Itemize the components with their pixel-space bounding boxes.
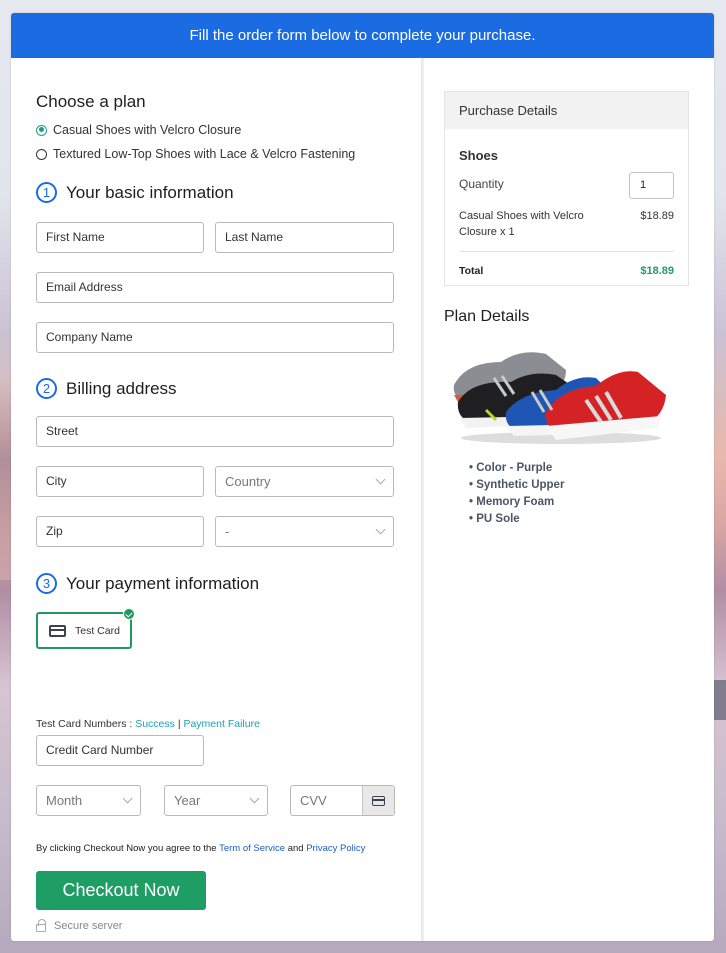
- city-input[interactable]: City: [36, 466, 204, 497]
- product-name: Shoes: [459, 148, 499, 163]
- header-banner: Fill the order form below to complete yo…: [11, 13, 714, 58]
- purchase-details-box: Purchase Details Shoes Quantity 1 Casual…: [444, 91, 689, 286]
- chevron-down-icon: [375, 524, 386, 535]
- plan-option-casual[interactable]: Casual Shoes with Velcro Closure: [36, 122, 421, 138]
- total-value: $18.89: [640, 265, 674, 277]
- quantity-input[interactable]: 1: [629, 172, 674, 199]
- feature-item: Synthetic Upper: [469, 477, 689, 494]
- credit-card-number-input[interactable]: Credit Card Number: [36, 735, 204, 766]
- step-1-icon: 1: [36, 182, 57, 203]
- quantity-label: Quantity: [459, 177, 504, 191]
- total-label: Total: [459, 265, 484, 277]
- basic-info-title: Your basic information: [66, 182, 234, 202]
- country-select-value: Country: [225, 474, 271, 489]
- plan-option-label: Textured Low-Top Shoes with Lace & Velcr…: [53, 147, 356, 161]
- cvv-input[interactable]: CVV: [290, 785, 395, 816]
- agreement-prefix: By clicking Checkout Now you agree to th…: [36, 843, 217, 854]
- country-select[interactable]: Country: [215, 466, 394, 497]
- company-input[interactable]: Company Name: [36, 322, 394, 353]
- feature-item: Memory Foam: [469, 494, 689, 511]
- plan-option-textured[interactable]: Textured Low-Top Shoes with Lace & Velcr…: [36, 146, 421, 162]
- billing-title: Billing address: [66, 378, 177, 398]
- chevron-down-icon: [249, 793, 260, 804]
- privacy-policy-link[interactable]: Privacy Policy: [306, 843, 365, 854]
- feature-item: PU Sole: [469, 511, 689, 528]
- step-2-icon: 2: [36, 378, 57, 399]
- billing-heading: 2 Billing address: [36, 378, 177, 399]
- success-link[interactable]: Success: [135, 718, 175, 730]
- last-name-input[interactable]: Last Name: [215, 222, 394, 253]
- shoes-illustration: [453, 352, 666, 444]
- product-image: [446, 340, 671, 450]
- checkout-now-button[interactable]: Checkout Now: [36, 871, 206, 910]
- year-select[interactable]: Year: [164, 785, 268, 816]
- radio-selected-icon[interactable]: [36, 124, 47, 136]
- chevron-down-icon: [122, 793, 133, 804]
- credit-card-icon: [49, 624, 66, 637]
- payment-failure-link[interactable]: Payment Failure: [183, 718, 259, 730]
- lock-icon: [36, 918, 46, 932]
- radio-unselected-icon[interactable]: [36, 148, 47, 160]
- state-select-value: -: [225, 524, 230, 539]
- test-card-numbers: Test Card Numbers : Success | Payment Fa…: [36, 718, 260, 730]
- month-select-value: Month: [46, 793, 83, 808]
- secure-server: Secure server: [36, 918, 123, 932]
- order-form-card: Fill the order form below to complete yo…: [11, 13, 714, 941]
- plan-details-heading: Plan Details: [444, 308, 530, 325]
- check-circle-icon: [123, 608, 135, 620]
- step-3-icon: 3: [36, 573, 57, 594]
- total-row: Total $18.89: [459, 252, 674, 285]
- line-item: Casual Shoes with Velcro Closure x 1 $18…: [459, 208, 674, 240]
- year-select-value: Year: [174, 793, 201, 808]
- payment-heading: 3 Your payment information: [36, 573, 259, 594]
- background-mountain-right: [712, 680, 726, 720]
- plan-option-label: Casual Shoes with Velcro Closure: [53, 123, 242, 137]
- line-item-price: $18.89: [640, 210, 674, 222]
- month-select[interactable]: Month: [36, 785, 141, 816]
- test-card-numbers-label: Test Card Numbers :: [36, 718, 133, 730]
- test-card-option[interactable]: Test Card: [36, 608, 135, 649]
- plan-features-list: Color - Purple Synthetic Upper Memory Fo…: [469, 460, 689, 528]
- order-summary: Purchase Details Shoes Quantity 1 Casual…: [424, 58, 714, 941]
- purchase-details-header: Purchase Details: [445, 92, 688, 129]
- terms-of-service-link[interactable]: Term of Service: [219, 843, 285, 854]
- basic-info-heading: 1 Your basic information: [36, 182, 234, 203]
- email-input[interactable]: Email Address: [36, 272, 394, 303]
- payment-title: Your payment information: [66, 573, 260, 593]
- secure-server-label: Secure server: [54, 920, 123, 932]
- credit-card-icon: [372, 795, 385, 806]
- line-item-name: Casual Shoes with Velcro Closure x 1: [459, 210, 584, 238]
- quantity-row: Quantity 1: [459, 172, 674, 199]
- chevron-down-icon: [375, 474, 386, 485]
- street-input[interactable]: Street: [36, 416, 394, 447]
- agreement-and: and: [287, 843, 304, 854]
- first-name-input[interactable]: First Name: [36, 222, 204, 253]
- separator: |: [177, 718, 181, 730]
- order-form: Choose a plan Casual Shoes with Velcro C…: [11, 58, 421, 941]
- cvv-placeholder: CVV: [300, 793, 327, 808]
- agreement-text: By clicking Checkout Now you agree to th…: [36, 843, 365, 854]
- cvv-card-addon: [362, 786, 394, 815]
- test-card-label: Test Card: [75, 624, 120, 637]
- zip-input[interactable]: Zip: [36, 516, 204, 547]
- state-select[interactable]: -: [215, 516, 394, 547]
- feature-item: Color - Purple: [469, 460, 689, 477]
- choose-plan-heading: Choose a plan: [36, 92, 146, 111]
